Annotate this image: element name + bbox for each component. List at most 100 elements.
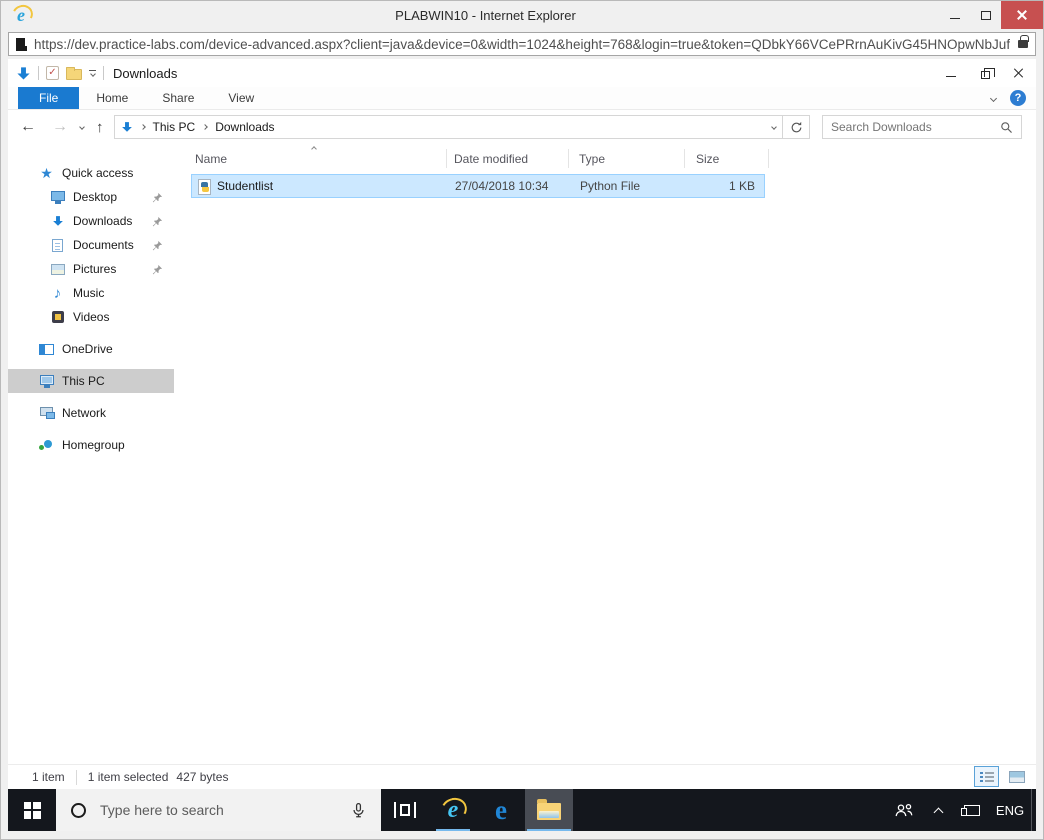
people-icon: [893, 802, 915, 819]
file-row-studentlist[interactable]: Studentlist 27/04/2018 10:34 Python File…: [191, 174, 765, 198]
url-text[interactable]: https://dev.practice-labs.com/device-adv…: [34, 37, 1010, 52]
taskbar: Type here to search e e ENG: [8, 789, 1036, 831]
address-dropdown-icon[interactable]: [771, 124, 777, 130]
explorer-restore-button[interactable]: [968, 59, 1002, 87]
show-desktop-button[interactable]: [1031, 789, 1036, 831]
breadcrumb-this-pc[interactable]: This PC: [153, 120, 196, 134]
search-icon: [1000, 121, 1013, 134]
explorer-search-input[interactable]: [831, 120, 1000, 134]
ribbon-tab-bar: File Home Share View ?: [8, 87, 1036, 110]
help-button[interactable]: ?: [1010, 90, 1026, 106]
file-size: 1 KB: [728, 179, 755, 193]
file-list-pane[interactable]: Name Date modified Type Size Studentlist…: [174, 144, 1036, 764]
refresh-button[interactable]: [783, 115, 810, 139]
back-button[interactable]: ←: [20, 119, 36, 135]
column-divider[interactable]: [568, 149, 569, 168]
explorer-close-button[interactable]: [1002, 59, 1036, 87]
sidebar-item-downloads[interactable]: Downloads: [8, 209, 174, 233]
download-arrow-icon: [52, 215, 64, 227]
column-header-type[interactable]: Type: [579, 152, 605, 166]
details-view-button[interactable]: [974, 766, 999, 787]
large-icons-view-button[interactable]: [1004, 766, 1029, 787]
item-count: 1 item: [32, 770, 65, 784]
status-bar: 1 item 1 item selected 427 bytes: [8, 764, 1036, 789]
explorer-minimize-button[interactable]: [934, 59, 968, 87]
taskbar-file-explorer-button[interactable]: [525, 789, 573, 831]
tab-home[interactable]: Home: [79, 87, 145, 109]
breadcrumb[interactable]: This PC Downloads: [113, 115, 783, 139]
music-note-icon: ♪: [53, 284, 62, 302]
explorer-search-box[interactable]: [822, 115, 1022, 139]
recent-locations-icon[interactable]: [79, 124, 85, 130]
taskbar-edge-button[interactable]: e: [477, 789, 525, 831]
sort-ascending-icon: [311, 146, 317, 152]
edge-icon: e: [495, 794, 507, 825]
taskbar-search-placeholder[interactable]: Type here to search: [100, 802, 350, 818]
network-tray-icon: [961, 804, 980, 816]
up-button[interactable]: ↑: [96, 120, 104, 135]
sidebar-item-network[interactable]: Network: [8, 401, 174, 425]
forward-button[interactable]: →: [52, 119, 68, 135]
sidebar-item-homegroup[interactable]: Homegroup: [8, 433, 174, 457]
taskbar-search-box[interactable]: Type here to search: [56, 789, 381, 831]
pin-icon: [152, 240, 163, 251]
microphone-icon[interactable]: [350, 802, 367, 819]
system-tray: ENG: [887, 789, 1036, 831]
breadcrumb-downloads[interactable]: Downloads: [215, 120, 274, 134]
ie-minimize-button[interactable]: [939, 1, 970, 29]
explorer-titlebar: ✓ Downloads: [8, 59, 1036, 87]
taskbar-internet-explorer-button[interactable]: e: [429, 789, 477, 831]
expand-ribbon-icon[interactable]: [989, 94, 998, 102]
tab-view[interactable]: View: [211, 87, 271, 109]
network-icon: [40, 407, 55, 419]
python-file-icon: [198, 179, 211, 195]
pin-icon: [152, 192, 163, 203]
running-indicator: [436, 829, 470, 831]
sidebar-item-desktop[interactable]: Desktop: [8, 185, 174, 209]
windows-logo-icon: [23, 801, 41, 819]
sidebar-item-music[interactable]: ♪ Music: [8, 281, 174, 305]
tab-file[interactable]: File: [18, 87, 80, 109]
network-tray-button[interactable]: [955, 789, 989, 831]
column-divider[interactable]: [684, 149, 685, 168]
people-button[interactable]: [887, 789, 921, 831]
task-view-button[interactable]: [381, 789, 429, 831]
column-divider[interactable]: [446, 149, 447, 168]
column-divider[interactable]: [768, 149, 769, 168]
sidebar-item-quick-access[interactable]: ★ Quick access: [8, 161, 174, 185]
language-indicator[interactable]: ENG: [989, 789, 1031, 831]
minimize-icon: [949, 18, 960, 19]
minimize-icon: [946, 76, 956, 77]
tab-share[interactable]: Share: [145, 87, 211, 109]
task-view-icon: [394, 802, 416, 818]
navigation-bar: ← → ↑ This PC Downloads: [8, 110, 1036, 144]
divider: [103, 66, 104, 80]
sidebar-item-videos[interactable]: Videos: [8, 305, 174, 329]
ie-close-button[interactable]: [1001, 1, 1043, 29]
pin-icon: [152, 216, 163, 227]
picture-icon: [50, 263, 65, 275]
qat-customize-button[interactable]: [89, 70, 96, 77]
column-header-size[interactable]: Size: [696, 152, 719, 166]
downloads-folder-icon: [121, 121, 133, 133]
running-indicator: [527, 829, 571, 831]
selection-count: 1 item selected: [87, 770, 169, 784]
qat-new-folder-icon[interactable]: [66, 67, 82, 80]
ie-maximize-button[interactable]: [970, 1, 1001, 29]
large-icons-view-icon: [1008, 770, 1025, 783]
sidebar-item-this-pc[interactable]: This PC: [8, 369, 174, 393]
address-input[interactable]: https://dev.practice-labs.com/device-adv…: [8, 32, 1036, 56]
sidebar-item-documents[interactable]: Documents: [8, 233, 174, 257]
column-header-name[interactable]: Name: [195, 152, 227, 166]
lock-icon: [1018, 35, 1029, 48]
file-explorer-icon: [537, 799, 561, 820]
sidebar-item-onedrive[interactable]: OneDrive: [8, 337, 174, 361]
start-button[interactable]: [8, 789, 56, 831]
sidebar-item-pictures[interactable]: Pictures: [8, 257, 174, 281]
column-header-date-modified[interactable]: Date modified: [454, 152, 528, 166]
show-hidden-icons-button[interactable]: [921, 789, 955, 831]
ie-window: e PLABWIN10 - Internet Explorer https://…: [0, 0, 1044, 840]
qat-properties-icon[interactable]: ✓: [46, 66, 59, 80]
quick-access-toolbar: ✓: [16, 66, 104, 81]
refresh-icon: [790, 121, 803, 134]
